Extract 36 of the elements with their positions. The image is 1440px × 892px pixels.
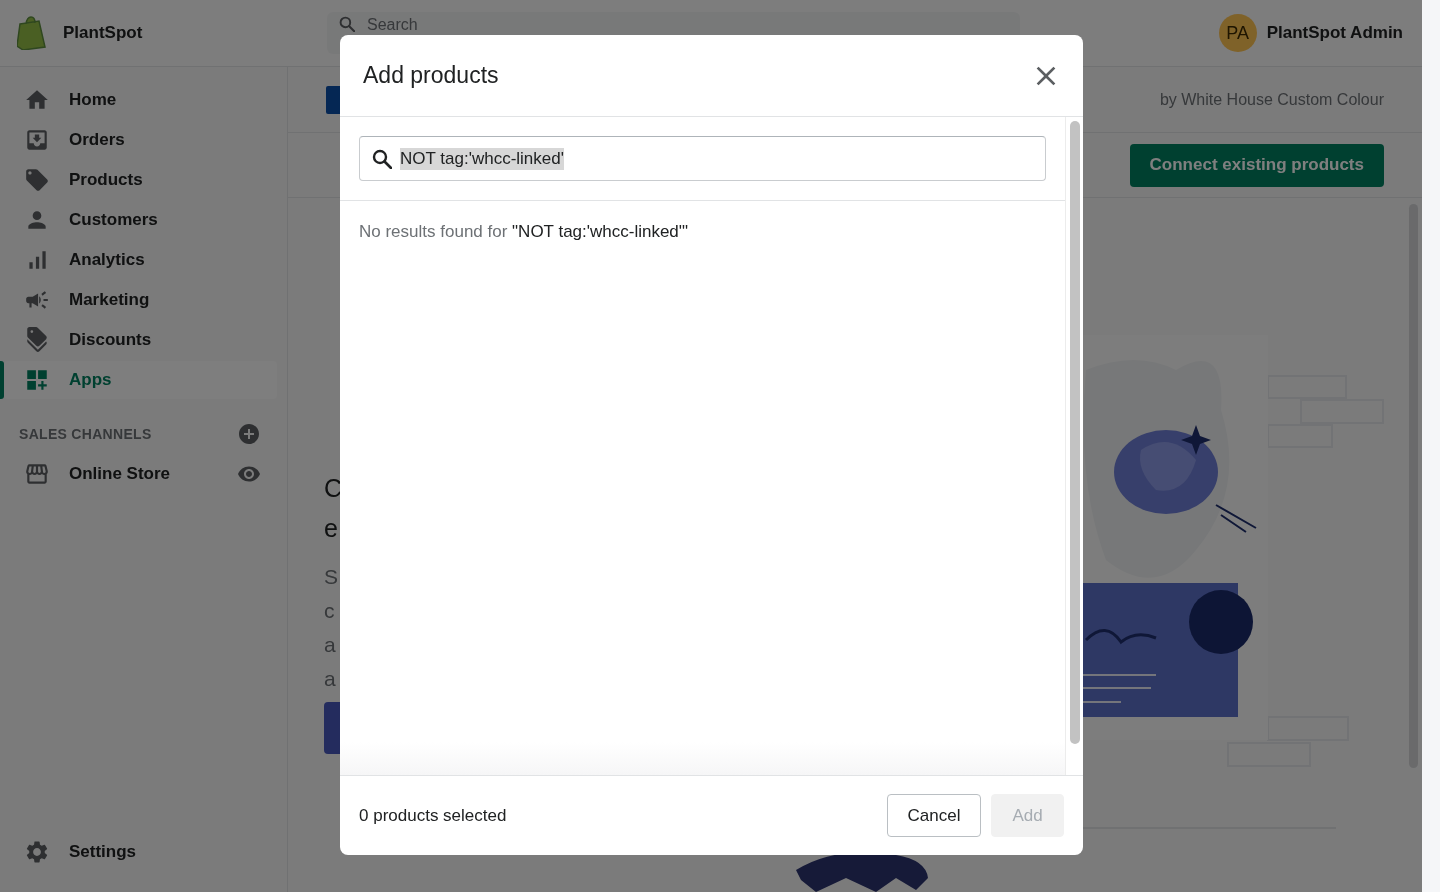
section-heading: SALES CHANNELS [19,426,152,442]
nav-item[interactable]: Analytics [4,241,277,279]
search-icon [372,148,392,169]
text-fragment: a [324,632,336,658]
connect-products-button[interactable]: Connect existing products [1129,143,1384,187]
developer-name: by White House Custom Colour [1159,90,1384,109]
shopping-bag-logo [17,16,47,50]
nav-item[interactable]: Discounts [4,321,277,359]
store-icon [24,461,50,487]
settings-icon [24,839,50,865]
add-channel-icon[interactable] [237,422,261,446]
scrollbar[interactable] [1070,121,1080,744]
cancel-button[interactable]: Cancel [887,794,981,837]
nav-item[interactable]: Settings [4,833,277,871]
avatar[interactable]: PA [1218,14,1257,52]
nav-item[interactable]: Online Store [4,455,171,493]
tag-icon [24,167,50,193]
search-icon [339,16,355,32]
nav-item[interactable]: Customers [4,201,277,239]
heading-fragment: e [324,513,338,544]
search-field[interactable]: NOT tag:'whcc-linked' [359,136,1046,181]
apps-grid-icon [24,367,50,393]
nav-item[interactable]: Home [4,81,277,119]
nav-item[interactable]: Products [4,161,277,199]
modal-title: Add products [363,62,499,89]
no-results-message: No results found for "NOT tag:'whcc-linked'" [359,222,690,242]
text-fragment: S [324,564,338,590]
store-name: PlantSpot [63,23,143,43]
inbox-icon [24,127,50,153]
text-fragment: a [324,666,336,692]
selection-count: 0 products selected [359,805,507,826]
text-fragment: c [324,598,335,624]
nav-item[interactable]: Marketing [4,281,277,319]
account-name: PlantSpot Admin [1266,23,1403,43]
nav-item[interactable]: Orders [4,121,277,159]
heading-fragment: C [324,473,343,504]
